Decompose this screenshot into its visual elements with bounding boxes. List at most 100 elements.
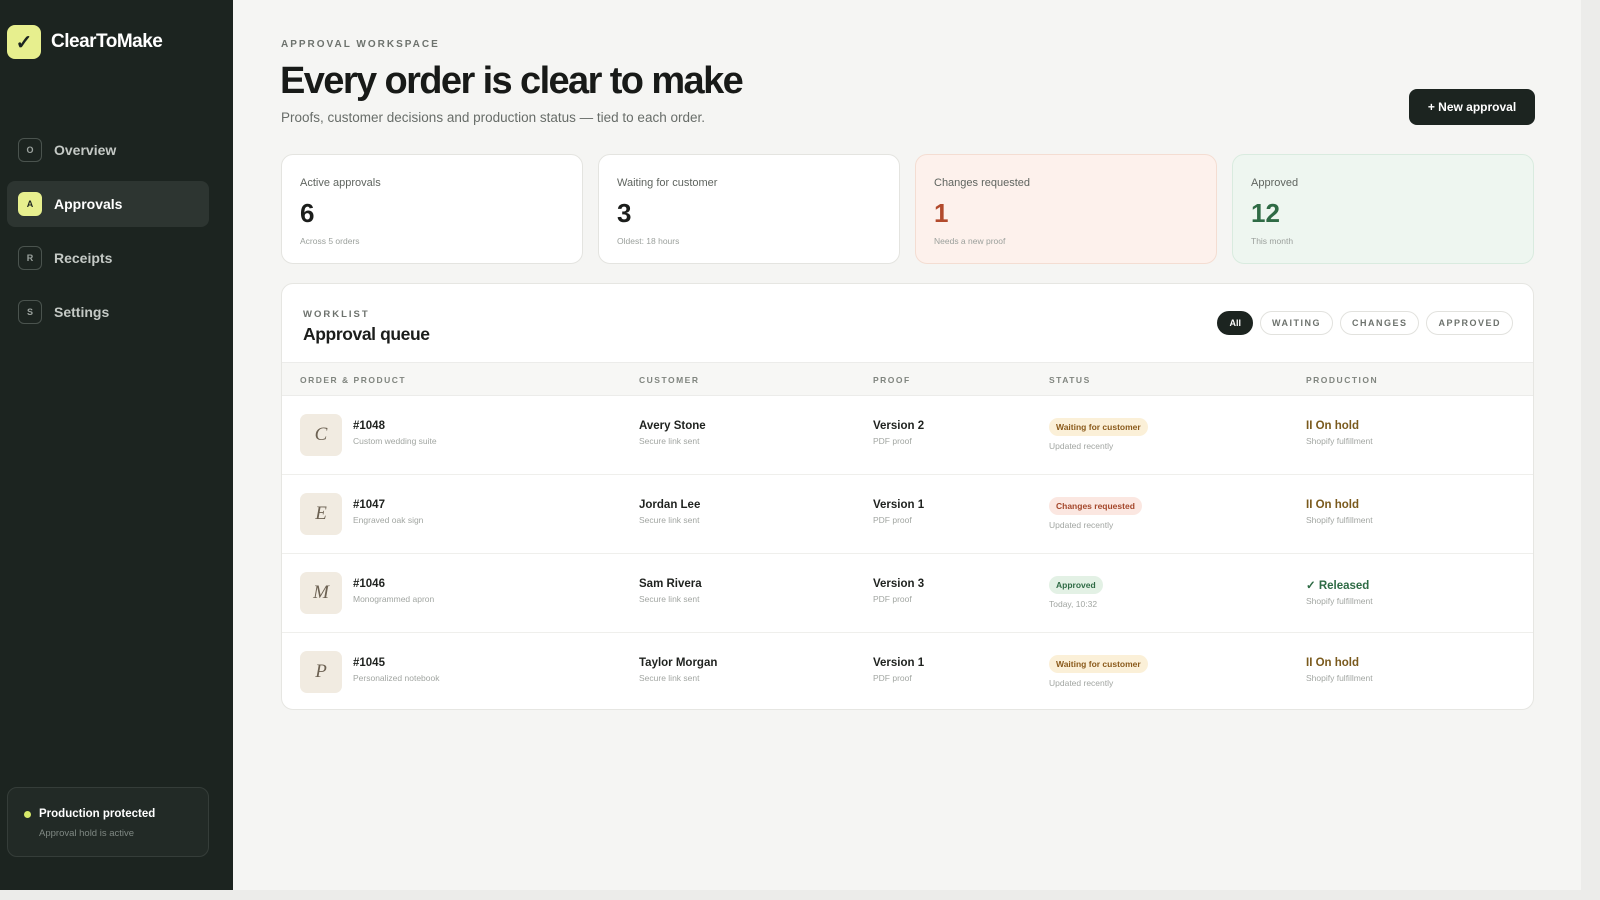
- column-header-status: STATUS: [1049, 375, 1091, 385]
- status-note: Today, 10:32: [1049, 599, 1098, 609]
- product-name: Custom wedding suite: [353, 436, 437, 446]
- filter-waiting[interactable]: WAITING: [1259, 311, 1333, 335]
- table-header: ORDER & PRODUCT CUSTOMER PROOF STATUS PR…: [282, 362, 1533, 396]
- production-status: II On hold: [1306, 420, 1360, 432]
- status-note: Updated recently: [1049, 678, 1114, 688]
- window-edge: [0, 890, 1600, 900]
- sidebar-item-label: Overview: [54, 142, 117, 158]
- check-icon: ✓: [7, 25, 41, 59]
- product-thumbnail: E: [300, 493, 342, 535]
- production-status-card: Production protected Approval hold is ac…: [7, 787, 209, 857]
- status-badge: Waiting for customer: [1049, 418, 1148, 436]
- order-number: #1047: [353, 499, 385, 511]
- sidebar-item-overview[interactable]: O Overview: [7, 127, 209, 173]
- brand-name: ClearToMake: [51, 31, 163, 52]
- column-header-customer: CUSTOMER: [639, 375, 700, 385]
- stat-note: Across 5 orders: [300, 236, 360, 246]
- product-thumbnail: C: [300, 414, 342, 456]
- order-number: #1046: [353, 578, 385, 590]
- customer-name: Jordan Lee: [639, 499, 701, 511]
- customer-note: Secure link sent: [639, 673, 700, 683]
- customer-note: Secure link sent: [639, 594, 700, 604]
- proof-version: Version 3: [873, 578, 925, 590]
- production-note: Shopify fulfillment: [1306, 673, 1373, 683]
- page-title: Every order is clear to make: [280, 60, 744, 102]
- stat-label: Approved: [1251, 177, 1299, 189]
- table-row[interactable]: P #1045 Personalized notebook Taylor Mor…: [282, 633, 1533, 709]
- status-badge: Approved: [1049, 576, 1103, 594]
- proof-type: PDF proof: [873, 594, 912, 604]
- nav-key-badge: O: [18, 138, 42, 162]
- status-badge: Changes requested: [1049, 497, 1142, 515]
- proof-type: PDF proof: [873, 515, 912, 525]
- filter-changes[interactable]: CHANGES: [1339, 311, 1420, 335]
- stat-label: Changes requested: [934, 177, 1031, 189]
- filter-approved[interactable]: APPROVED: [1426, 311, 1513, 335]
- production-status: ✓ Released: [1306, 580, 1370, 592]
- stat-label: Waiting for customer: [617, 177, 718, 189]
- sidebar-item-label: Receipts: [54, 250, 113, 266]
- sidebar-nav: O Overview A Approvals R Receipts S Sett…: [7, 127, 209, 343]
- customer-name: Avery Stone: [639, 420, 706, 432]
- worklist-eyebrow: WORKLIST: [303, 309, 370, 320]
- stat-card-changes: Changes requested 1 Needs a new proof: [915, 154, 1217, 264]
- proof-type: PDF proof: [873, 436, 912, 446]
- table-row[interactable]: C #1048 Custom wedding suite Avery Stone…: [282, 396, 1533, 475]
- sidebar-item-receipts[interactable]: R Receipts: [7, 235, 209, 281]
- proof-version: Version 2: [873, 420, 925, 432]
- stat-value: 3: [617, 198, 632, 228]
- production-note: Shopify fulfillment: [1306, 596, 1373, 606]
- customer-note: Secure link sent: [639, 515, 700, 525]
- order-number: #1045: [353, 657, 385, 669]
- product-name: Personalized notebook: [353, 673, 440, 683]
- table-row[interactable]: M #1046 Monogrammed apron Sam Rivera Sec…: [282, 554, 1533, 633]
- window-edge: [1581, 0, 1600, 900]
- sidebar-item-approvals[interactable]: A Approvals: [7, 181, 209, 227]
- sidebar-item-settings[interactable]: S Settings: [7, 289, 209, 335]
- sidebar-item-label: Settings: [54, 304, 110, 320]
- new-approval-button[interactable]: + New approval: [1409, 89, 1535, 125]
- stat-note: Oldest: 18 hours: [617, 236, 680, 246]
- page-subtitle: Proofs, customer decisions and productio…: [281, 110, 705, 125]
- stat-label: Active approvals: [300, 177, 381, 189]
- worklist-title: Approval queue: [303, 324, 430, 344]
- status-badge: Waiting for customer: [1049, 655, 1148, 673]
- nav-key-badge: R: [18, 246, 42, 270]
- stat-card-waiting: Waiting for customer 3 Oldest: 18 hours: [598, 154, 900, 264]
- stat-note: This month: [1251, 236, 1294, 246]
- proof-version: Version 1: [873, 499, 925, 511]
- stat-value: 6: [300, 198, 315, 228]
- table-row[interactable]: E #1047 Engraved oak sign Jordan Lee Sec…: [282, 475, 1533, 554]
- production-note: Shopify fulfillment: [1306, 515, 1373, 525]
- product-name: Monogrammed apron: [353, 594, 435, 604]
- column-header-proof: PROOF: [873, 375, 911, 385]
- status-dot-icon: [24, 810, 31, 818]
- status-note: Updated recently: [1049, 441, 1114, 451]
- approval-queue-panel: WORKLIST Approval queue All WAITING CHAN…: [281, 283, 1534, 710]
- column-header-order: ORDER & PRODUCT: [300, 375, 407, 385]
- nav-key-badge: S: [18, 300, 42, 324]
- customer-name: Taylor Morgan: [639, 657, 718, 669]
- column-header-production: PRODUCTION: [1306, 375, 1379, 385]
- customer-note: Secure link sent: [639, 436, 700, 446]
- customer-name: Sam Rivera: [639, 578, 702, 590]
- sidebar-item-label: Approvals: [54, 196, 123, 212]
- proof-version: Version 1: [873, 657, 925, 669]
- order-number: #1048: [353, 420, 385, 432]
- product-thumbnail: M: [300, 572, 342, 614]
- product-thumbnail: P: [300, 651, 342, 693]
- product-name: Engraved oak sign: [353, 515, 424, 525]
- production-note: Shopify fulfillment: [1306, 436, 1373, 446]
- filter-chips: All WAITING CHANGES APPROVED: [1217, 311, 1513, 335]
- stat-card-active: Active approvals 6 Across 5 orders: [281, 154, 583, 264]
- status-note: Updated recently: [1049, 520, 1114, 530]
- production-status: II On hold: [1306, 499, 1360, 511]
- stat-value: 12: [1251, 198, 1280, 228]
- filter-all[interactable]: All: [1217, 311, 1253, 335]
- page-eyebrow: APPROVAL WORKSPACE: [281, 39, 440, 50]
- production-status-subtitle: Approval hold is active: [39, 828, 135, 839]
- production-status-title: Production protected: [39, 808, 156, 820]
- nav-key-badge: A: [18, 192, 42, 216]
- stat-card-approved: Approved 12 This month: [1232, 154, 1534, 264]
- brand[interactable]: ✓ ClearToMake: [7, 25, 163, 59]
